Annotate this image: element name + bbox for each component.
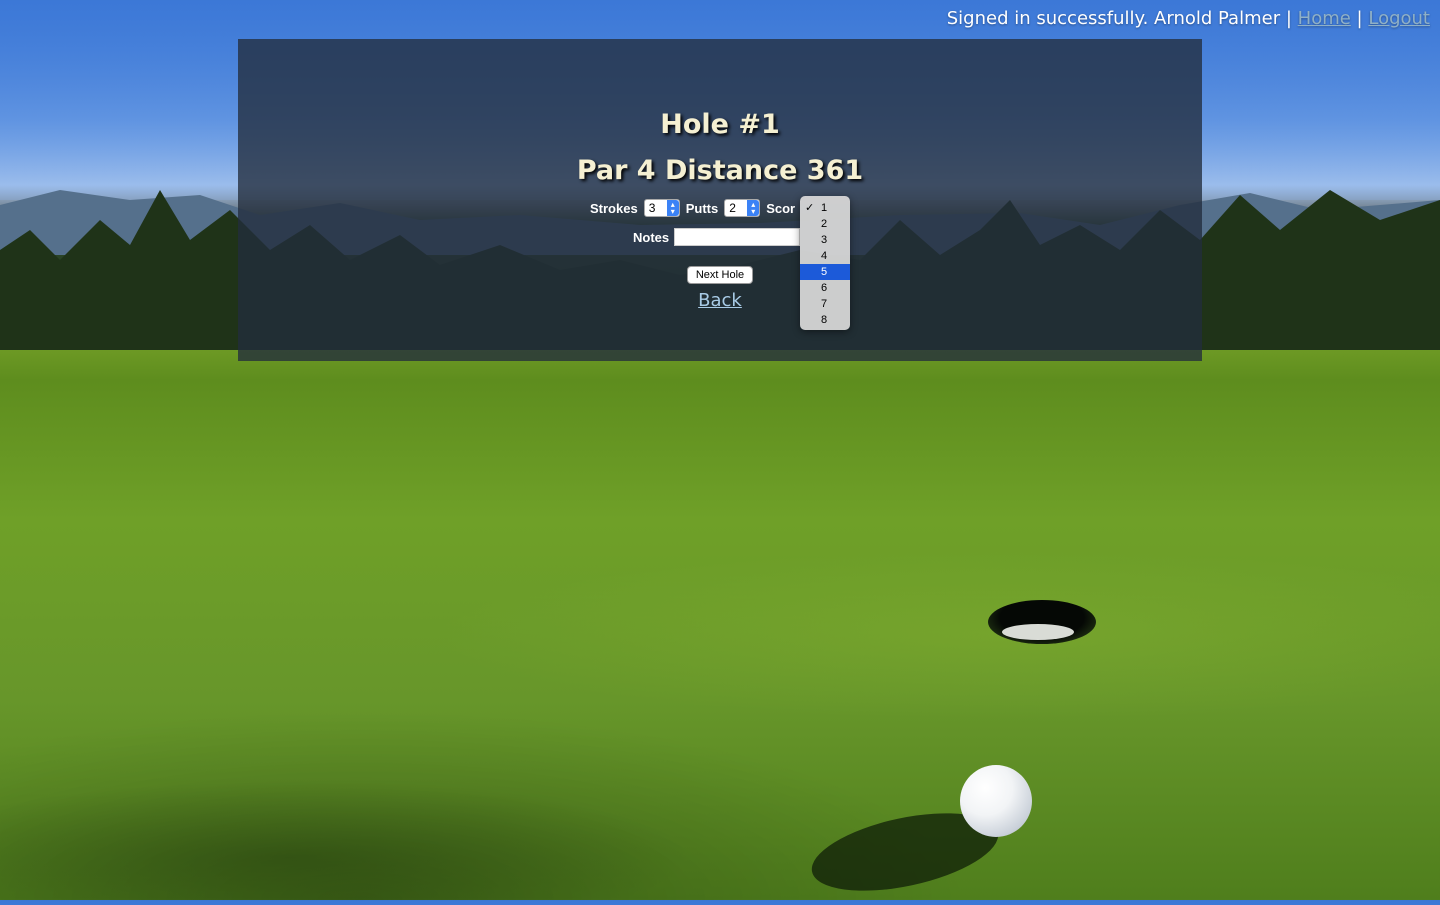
hole-title: Hole #1 bbox=[660, 109, 780, 140]
notes-input[interactable] bbox=[674, 228, 801, 246]
hole-entry-panel: Hole #1 Par 4 Distance 361 Strokes 3 ▴ ▾ … bbox=[238, 39, 1202, 361]
strokes-value: 3 bbox=[648, 201, 656, 215]
putting-green bbox=[0, 370, 1440, 900]
score-label: Scor bbox=[766, 200, 796, 216]
back-link[interactable]: Back bbox=[238, 290, 1202, 311]
ball-shadow bbox=[805, 798, 1005, 905]
signed-in-message: Signed in successfully. Arnold Palmer bbox=[946, 8, 1281, 29]
score-option[interactable]: 7 bbox=[800, 296, 850, 312]
putts-value: 2 bbox=[729, 201, 736, 215]
score-option[interactable]: 6 bbox=[800, 280, 850, 296]
par-distance-heading: Par 4 Distance 361 bbox=[576, 155, 864, 186]
stepper-arrows-icon[interactable]: ▴ ▾ bbox=[747, 200, 760, 216]
logout-link[interactable]: Logout bbox=[1368, 8, 1430, 29]
score-option[interactable]: 3 bbox=[800, 232, 850, 248]
cup-liner bbox=[1002, 624, 1074, 640]
checkmark-icon: ✓ bbox=[805, 202, 815, 214]
score-option-highlighted[interactable]: 5 bbox=[800, 264, 850, 280]
putts-label: Putts bbox=[685, 200, 719, 216]
strokes-stepper[interactable]: 3 ▴ ▾ bbox=[643, 199, 680, 217]
golf-ball bbox=[960, 765, 1032, 837]
notes-row: Notes bbox=[633, 228, 801, 246]
separator: | bbox=[1356, 8, 1363, 29]
session-status-bar: Signed in successfully. Arnold Palmer | … bbox=[947, 8, 1430, 29]
separator: | bbox=[1285, 8, 1292, 29]
notes-label: Notes bbox=[633, 229, 670, 245]
score-select-dropdown[interactable]: ✓ 1 2 3 4 5 6 7 8 bbox=[800, 196, 850, 330]
score-entry-row: Strokes 3 ▴ ▾ Putts 2 ▴ ▾ Scor bbox=[590, 199, 795, 217]
home-link[interactable]: Home bbox=[1298, 8, 1351, 29]
stepper-arrows-icon[interactable]: ▴ ▾ bbox=[666, 200, 679, 216]
next-hole-button[interactable]: Next Hole bbox=[687, 266, 753, 284]
golf-hole-cup bbox=[988, 600, 1096, 644]
score-option[interactable]: ✓ 1 bbox=[800, 200, 850, 216]
putts-stepper[interactable]: 2 ▴ ▾ bbox=[724, 199, 761, 217]
score-option[interactable]: 8 bbox=[800, 312, 850, 328]
strokes-label: Strokes bbox=[590, 200, 638, 216]
score-option[interactable]: 4 bbox=[800, 248, 850, 264]
score-option[interactable]: 2 bbox=[800, 216, 850, 232]
